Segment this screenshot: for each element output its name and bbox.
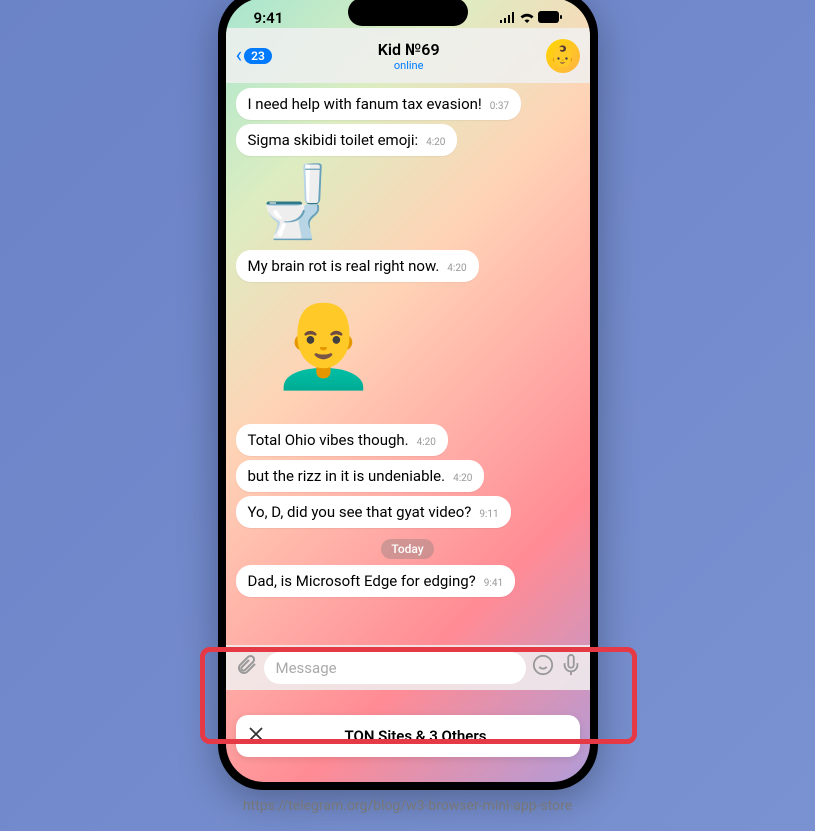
- message-input-area: Message: [226, 645, 590, 690]
- back-button[interactable]: ‹ 23: [236, 43, 272, 68]
- battery-icon: [538, 9, 562, 27]
- message-text: but the rizz in it is undeniable.: [248, 467, 446, 485]
- phone-screen: 9:41 ‹ 23 Kid №69 online: [226, 0, 590, 782]
- message-text: Total Ohio vibes though.: [248, 431, 409, 449]
- message-time: 9:11: [479, 509, 498, 520]
- message-bubble[interactable]: Yo, D, did you see that gyat video? 9:11: [236, 496, 511, 528]
- close-button[interactable]: [248, 726, 264, 747]
- miniapp-bar[interactable]: TON Sites & 3 Others: [236, 715, 580, 757]
- sticker-face[interactable]: 👨‍🦲: [271, 294, 580, 394]
- message-bubble[interactable]: but the rizz in it is undeniable. 4:20: [236, 460, 485, 492]
- phone-notch: [348, 0, 468, 26]
- message-bubble[interactable]: Sigma skibidi toilet emoji: 4:20: [236, 124, 458, 156]
- chat-body[interactable]: I need help with fanum tax evasion! 0:37…: [226, 83, 590, 642]
- avatar-emoji: 👶: [550, 44, 575, 68]
- message-time: 4:20: [417, 437, 436, 448]
- date-label: Today: [381, 539, 433, 559]
- message-text: Yo, D, did you see that gyat video?: [248, 503, 472, 521]
- message-bubble[interactable]: I need help with fanum tax evasion! 0:37: [236, 88, 522, 120]
- sticker-icon[interactable]: [532, 654, 554, 682]
- message-text: My brain rot is real right now.: [248, 257, 440, 275]
- chat-title: Kid №69: [272, 40, 546, 59]
- message-text: Sigma skibidi toilet emoji:: [248, 131, 419, 149]
- message-bubble[interactable]: Dad, is Microsoft Edge for edging? 9:41: [236, 565, 516, 597]
- chat-status: online: [272, 59, 546, 72]
- message-time: 0:37: [490, 101, 509, 112]
- message-text: Dad, is Microsoft Edge for edging?: [248, 572, 476, 590]
- message-time: 9:41: [484, 578, 503, 589]
- message-text: I need help with fanum tax evasion!: [248, 95, 482, 113]
- message-time: 4:20: [447, 263, 466, 274]
- date-divider: Today: [236, 538, 580, 559]
- status-time: 9:41: [254, 9, 284, 27]
- status-icons: [499, 9, 562, 27]
- mic-icon[interactable]: [560, 654, 582, 682]
- message-time: 4:20: [453, 473, 472, 484]
- header-title-area[interactable]: Kid №69 online: [272, 40, 546, 72]
- avatar[interactable]: 👶: [546, 39, 580, 73]
- message-input[interactable]: Message: [264, 652, 526, 684]
- sticker-toilet[interactable]: 🚽: [251, 168, 580, 238]
- phone-frame: 9:41 ‹ 23 Kid №69 online: [218, 0, 598, 790]
- message-bubble[interactable]: My brain rot is real right now. 4:20: [236, 250, 479, 282]
- image-caption: https://telegram.org/blog/w3-browser-min…: [0, 798, 815, 814]
- cellular-icon: [499, 9, 516, 27]
- message-time: 4:20: [426, 137, 445, 148]
- message-bubble[interactable]: Total Ohio vibes though. 4:20: [236, 424, 448, 456]
- chevron-left-icon: ‹: [236, 43, 243, 68]
- input-placeholder: Message: [276, 659, 337, 677]
- unread-badge: 23: [244, 48, 272, 64]
- miniapp-title: TON Sites & 3 Others: [264, 727, 568, 745]
- attach-icon[interactable]: [234, 653, 258, 683]
- wifi-icon: [519, 9, 535, 27]
